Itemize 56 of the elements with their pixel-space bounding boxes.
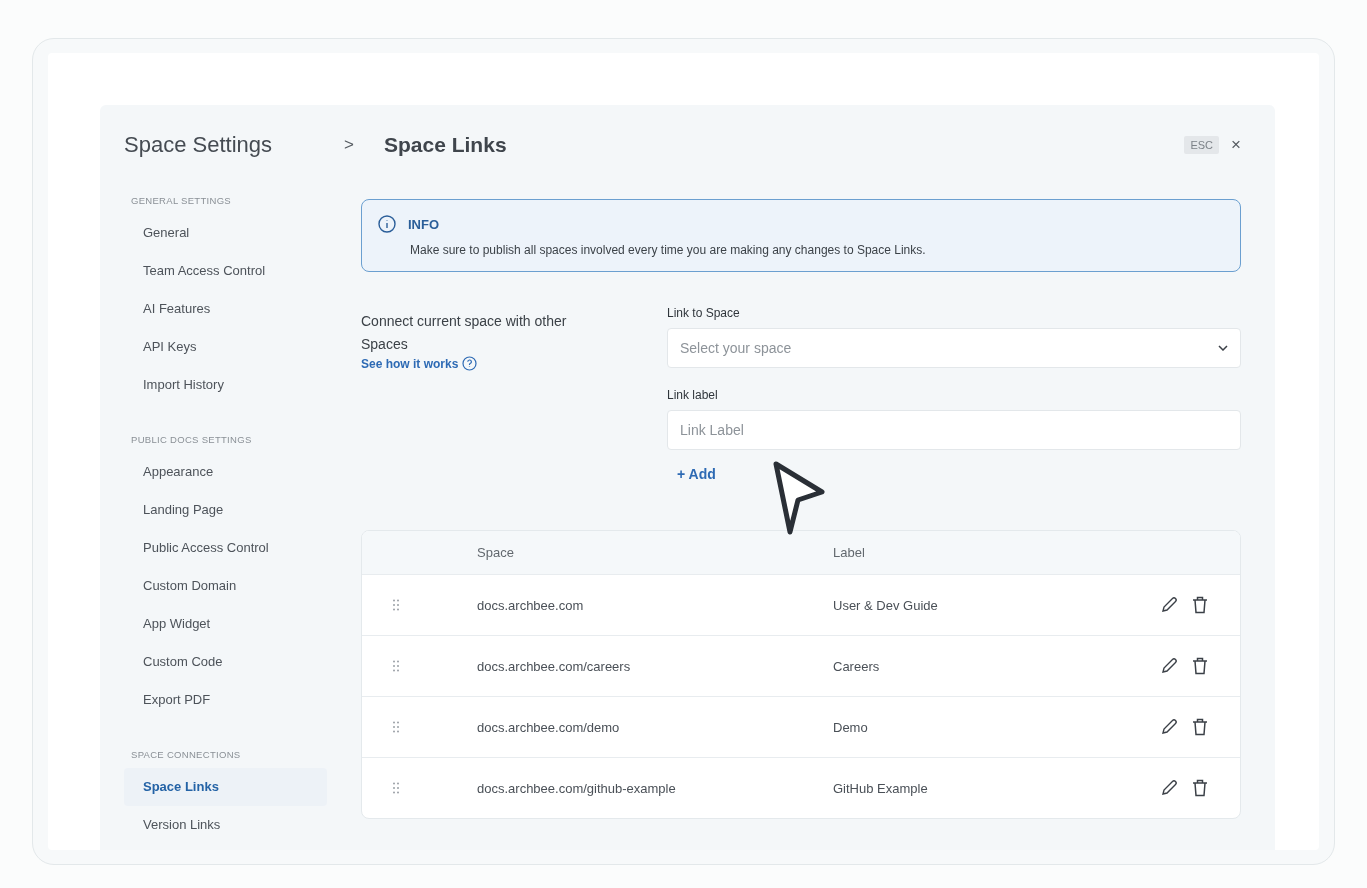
add-button[interactable]: + Add — [667, 466, 716, 482]
sidebar-item[interactable]: Import History — [124, 366, 327, 404]
sidebar-item[interactable]: AI Features — [124, 290, 327, 328]
trash-icon[interactable] — [1192, 718, 1208, 736]
sidebar-item[interactable]: Custom Code — [124, 643, 327, 681]
help-link[interactable]: See how it works — [361, 356, 478, 371]
info-icon — [378, 215, 396, 233]
field-label: Link to Space — [667, 306, 740, 320]
section-heading: GENERAL SETTINGS — [131, 195, 231, 206]
sidebar-item[interactable]: Export PDF — [124, 681, 327, 719]
sidebar-item[interactable]: Team Access Control — [124, 252, 327, 290]
sidebar-item[interactable]: API Keys — [124, 328, 327, 366]
trash-icon[interactable] — [1192, 657, 1208, 675]
table-cell: docs.archbee.com/demo — [477, 719, 620, 735]
help-icon[interactable] — [462, 356, 478, 371]
drag-handle-icon[interactable] — [393, 660, 399, 672]
table-cell: Demo — [833, 719, 868, 735]
table-cell: docs.archbee.com/careers — [477, 658, 631, 674]
sidebar-item[interactable]: General — [124, 214, 327, 252]
column-header: Space — [477, 545, 514, 560]
section-heading: SPACE CONNECTIONS — [131, 749, 241, 760]
info-title: INFO — [408, 216, 440, 232]
sidebar-item[interactable]: App Widget — [124, 605, 327, 643]
page-title: Space Links — [384, 133, 508, 157]
sidebar-item[interactable]: Custom Domain — [124, 567, 327, 605]
sidebar-item[interactable]: Public Access Control — [124, 529, 327, 567]
column-header: Label — [833, 545, 865, 560]
info-message: Make sure to publish all spaces involved every time you are making any changes to Space Links. — [409, 243, 927, 257]
breadcrumb-chevron: > — [344, 135, 355, 155]
table-cell: User & Dev Guide — [833, 597, 938, 613]
settings-title: Space Settings — [124, 131, 272, 159]
drag-handle-icon[interactable] — [393, 782, 399, 794]
sidebar-item[interactable]: Space Links — [124, 768, 327, 806]
connect-description: Connect current space with other Spaces — [361, 312, 568, 354]
section-heading: PUBLIC DOCS SETTINGS — [131, 434, 252, 445]
table-cell: docs.archbee.com/github-example — [477, 780, 676, 796]
esc-key-hint: ESC — [1184, 136, 1220, 154]
field-label: Link label — [667, 388, 718, 402]
pencil-icon[interactable] — [1160, 779, 1178, 797]
close-button[interactable]: × — [1231, 135, 1241, 155]
trash-icon[interactable] — [1192, 596, 1208, 614]
sidebar-item[interactable]: Version Links — [124, 806, 327, 844]
table-cell: GitHub Example — [833, 780, 928, 796]
link-label-field[interactable]: Link Label — [667, 410, 1241, 450]
chevron-down-icon[interactable] — [1218, 345, 1228, 351]
pencil-icon[interactable] — [1160, 718, 1178, 736]
pencil-icon[interactable] — [1160, 657, 1178, 675]
select-placeholder: Select your space — [680, 340, 792, 356]
table-cell: Careers — [833, 658, 880, 674]
drag-handle-icon[interactable] — [393, 599, 399, 611]
drag-handle-icon[interactable] — [393, 721, 399, 733]
table-cell: docs.archbee.com — [477, 597, 584, 613]
pencil-icon[interactable] — [1160, 596, 1178, 614]
sidebar-item[interactable]: Landing Page — [124, 491, 327, 529]
trash-icon[interactable] — [1192, 779, 1208, 797]
sidebar-item[interactable]: Appearance — [124, 453, 327, 491]
